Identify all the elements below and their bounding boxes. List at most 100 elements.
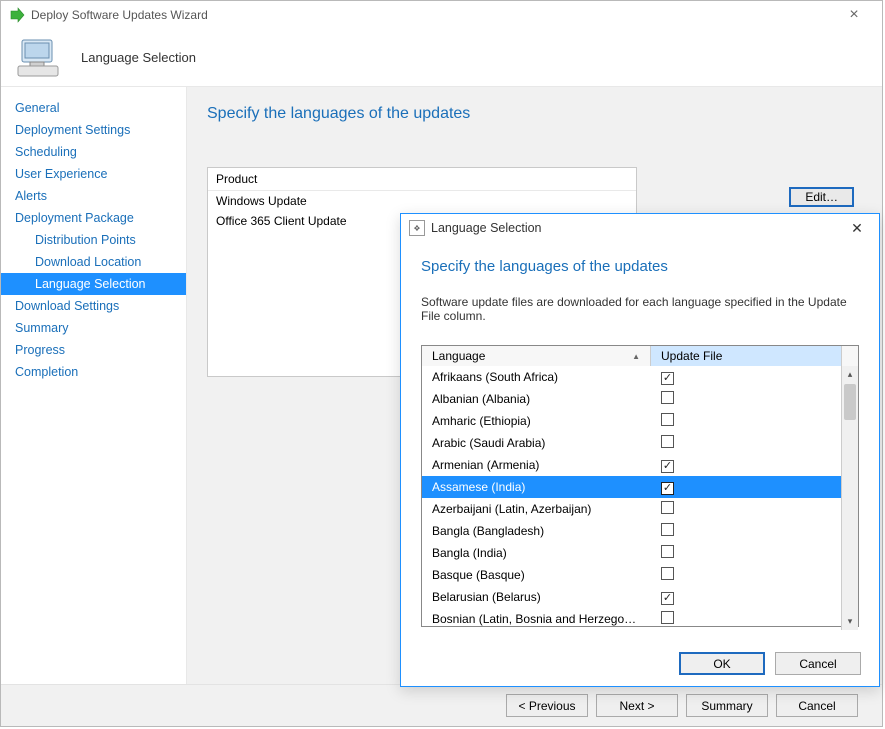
update-file-checkbox[interactable]	[661, 391, 674, 404]
update-file-checkbox[interactable]: ✓	[661, 372, 674, 385]
vertical-scrollbar[interactable]: ▴ ▾	[841, 366, 858, 630]
update-file-cell	[651, 435, 841, 451]
update-file-checkbox[interactable]	[661, 413, 674, 426]
language-row[interactable]: Basque (Basque)	[422, 564, 841, 586]
app-arrow-icon	[9, 7, 25, 23]
scroll-thumb[interactable]	[844, 384, 856, 420]
language-row[interactable]: Bangla (India)	[422, 542, 841, 564]
update-file-checkbox[interactable]: ✓	[661, 592, 674, 605]
previous-button[interactable]: < Previous	[506, 694, 588, 717]
sidebar-item-language-selection[interactable]: Language Selection	[1, 273, 186, 295]
dialog-cancel-button[interactable]: Cancel	[775, 652, 861, 675]
language-row[interactable]: Azerbaijani (Latin, Azerbaijan)	[422, 498, 841, 520]
update-file-checkbox[interactable]	[661, 567, 674, 580]
update-file-checkbox[interactable]: ✓	[661, 482, 674, 495]
sidebar-item-summary[interactable]: Summary	[1, 317, 186, 339]
language-name: Assamese (India)	[422, 480, 651, 494]
update-file-checkbox[interactable]	[661, 435, 674, 448]
language-row[interactable]: Armenian (Armenia) ✓	[422, 454, 841, 476]
scroll-header-gap	[841, 346, 858, 366]
edit-button[interactable]: Edit…	[789, 187, 854, 207]
language-name: Belarusian (Belarus)	[422, 590, 651, 604]
sidebar-item-user-experience[interactable]: User Experience	[1, 163, 186, 185]
language-selection-dialog: ❖ Language Selection ✕ Specify the langu…	[400, 213, 880, 687]
sidebar-item-completion[interactable]: Completion	[1, 361, 186, 383]
language-row[interactable]: Amharic (Ethiopia)	[422, 410, 841, 432]
update-file-cell	[651, 413, 841, 429]
update-file-checkbox[interactable]	[661, 523, 674, 536]
update-file-checkbox[interactable]	[661, 545, 674, 558]
update-file-checkbox[interactable]	[661, 501, 674, 514]
cancel-button[interactable]: Cancel	[776, 694, 858, 717]
window-title: Deploy Software Updates Wizard	[31, 8, 834, 22]
update-file-cell	[651, 391, 841, 407]
dialog-ok-button[interactable]: OK	[679, 652, 765, 675]
language-row[interactable]: Belarusian (Belarus) ✓	[422, 586, 841, 608]
language-name: Basque (Basque)	[422, 568, 651, 582]
dialog-heading: Specify the languages of the updates	[421, 258, 859, 275]
next-button[interactable]: Next >	[596, 694, 678, 717]
dialog-footer: OK Cancel	[401, 640, 879, 686]
sidebar-item-distribution-points[interactable]: Distribution Points	[1, 229, 186, 251]
sidebar-item-deployment-settings[interactable]: Deployment Settings	[1, 119, 186, 141]
language-row[interactable]: Albanian (Albania)	[422, 388, 841, 410]
language-row[interactable]: Afrikaans (South Africa)✓	[422, 366, 841, 388]
computer-icon	[15, 34, 63, 82]
language-name: Bangla (India)	[422, 546, 651, 560]
update-file-cell: ✓	[651, 458, 841, 473]
sort-asc-icon: ▲	[632, 352, 640, 361]
language-table: Language ▲ Update File Afrikaans (South …	[421, 345, 859, 627]
language-name: Armenian (Armenia)	[422, 458, 651, 472]
update-file-cell: ✓	[651, 480, 841, 495]
update-file-checkbox[interactable]: ✓	[661, 460, 674, 473]
dialog-body: Specify the languages of the updates Sof…	[401, 242, 879, 640]
sidebar-item-alerts[interactable]: Alerts	[1, 185, 186, 207]
language-row[interactable]: Bangla (Bangladesh)	[422, 520, 841, 542]
dialog-title: Language Selection	[431, 221, 843, 235]
update-file-cell	[651, 611, 841, 627]
sidebar-item-download-settings[interactable]: Download Settings	[1, 295, 186, 317]
language-name: Amharic (Ethiopia)	[422, 414, 651, 428]
sidebar-item-download-location[interactable]: Download Location	[1, 251, 186, 273]
dialog-close-icon[interactable]: ✕	[843, 220, 871, 237]
scroll-down-icon[interactable]: ▾	[842, 613, 858, 630]
language-name: Arabic (Saudi Arabia)	[422, 436, 651, 450]
scroll-up-icon[interactable]: ▴	[842, 366, 858, 383]
dialog-app-icon: ❖	[409, 220, 425, 236]
update-file-cell	[651, 545, 841, 561]
language-row[interactable]: Bosnian (Latin, Bosnia and Herzegovina)	[422, 608, 841, 630]
language-name: Bosnian (Latin, Bosnia and Herzegovina)	[422, 612, 651, 626]
language-name: Bangla (Bangladesh)	[422, 524, 651, 538]
sidebar-item-deployment-package[interactable]: Deployment Package	[1, 207, 186, 229]
column-language[interactable]: Language ▲	[422, 346, 651, 366]
wizard-header: Language Selection	[1, 29, 882, 87]
language-rows: Afrikaans (South Africa)✓ Albanian (Alban…	[422, 366, 841, 630]
language-name: Azerbaijani (Latin, Azerbaijan)	[422, 502, 651, 516]
sidebar-item-general[interactable]: General	[1, 97, 186, 119]
update-file-cell: ✓	[651, 590, 841, 605]
main-heading: Specify the languages of the updates	[207, 105, 862, 123]
page-title: Language Selection	[81, 50, 196, 65]
update-file-cell	[651, 567, 841, 583]
update-file-checkbox[interactable]	[661, 611, 674, 624]
product-row[interactable]: Windows Update	[208, 191, 636, 211]
update-file-cell	[651, 523, 841, 539]
wizard-sidebar: GeneralDeployment SettingsSchedulingUser…	[1, 87, 187, 684]
column-update-file[interactable]: Update File	[651, 346, 841, 366]
update-file-cell	[651, 501, 841, 517]
dialog-explanation: Software update files are downloaded for…	[421, 295, 859, 323]
language-name: Albanian (Albania)	[422, 392, 651, 406]
wizard-footer: < Previous Next > Summary Cancel	[1, 684, 882, 726]
language-row[interactable]: Assamese (India) ✓	[422, 476, 841, 498]
column-update-file-label: Update File	[661, 349, 722, 363]
sidebar-item-progress[interactable]: Progress	[1, 339, 186, 361]
language-table-header: Language ▲ Update File	[422, 346, 858, 366]
language-row[interactable]: Arabic (Saudi Arabia)	[422, 432, 841, 454]
sidebar-item-scheduling[interactable]: Scheduling	[1, 141, 186, 163]
column-language-label: Language	[432, 349, 485, 363]
language-rows-wrap: Afrikaans (South Africa)✓ Albanian (Alban…	[422, 366, 858, 630]
product-column-header[interactable]: Product	[208, 168, 636, 191]
update-file-cell: ✓	[651, 370, 841, 385]
window-close-icon[interactable]: ×	[834, 6, 874, 24]
summary-button[interactable]: Summary	[686, 694, 768, 717]
